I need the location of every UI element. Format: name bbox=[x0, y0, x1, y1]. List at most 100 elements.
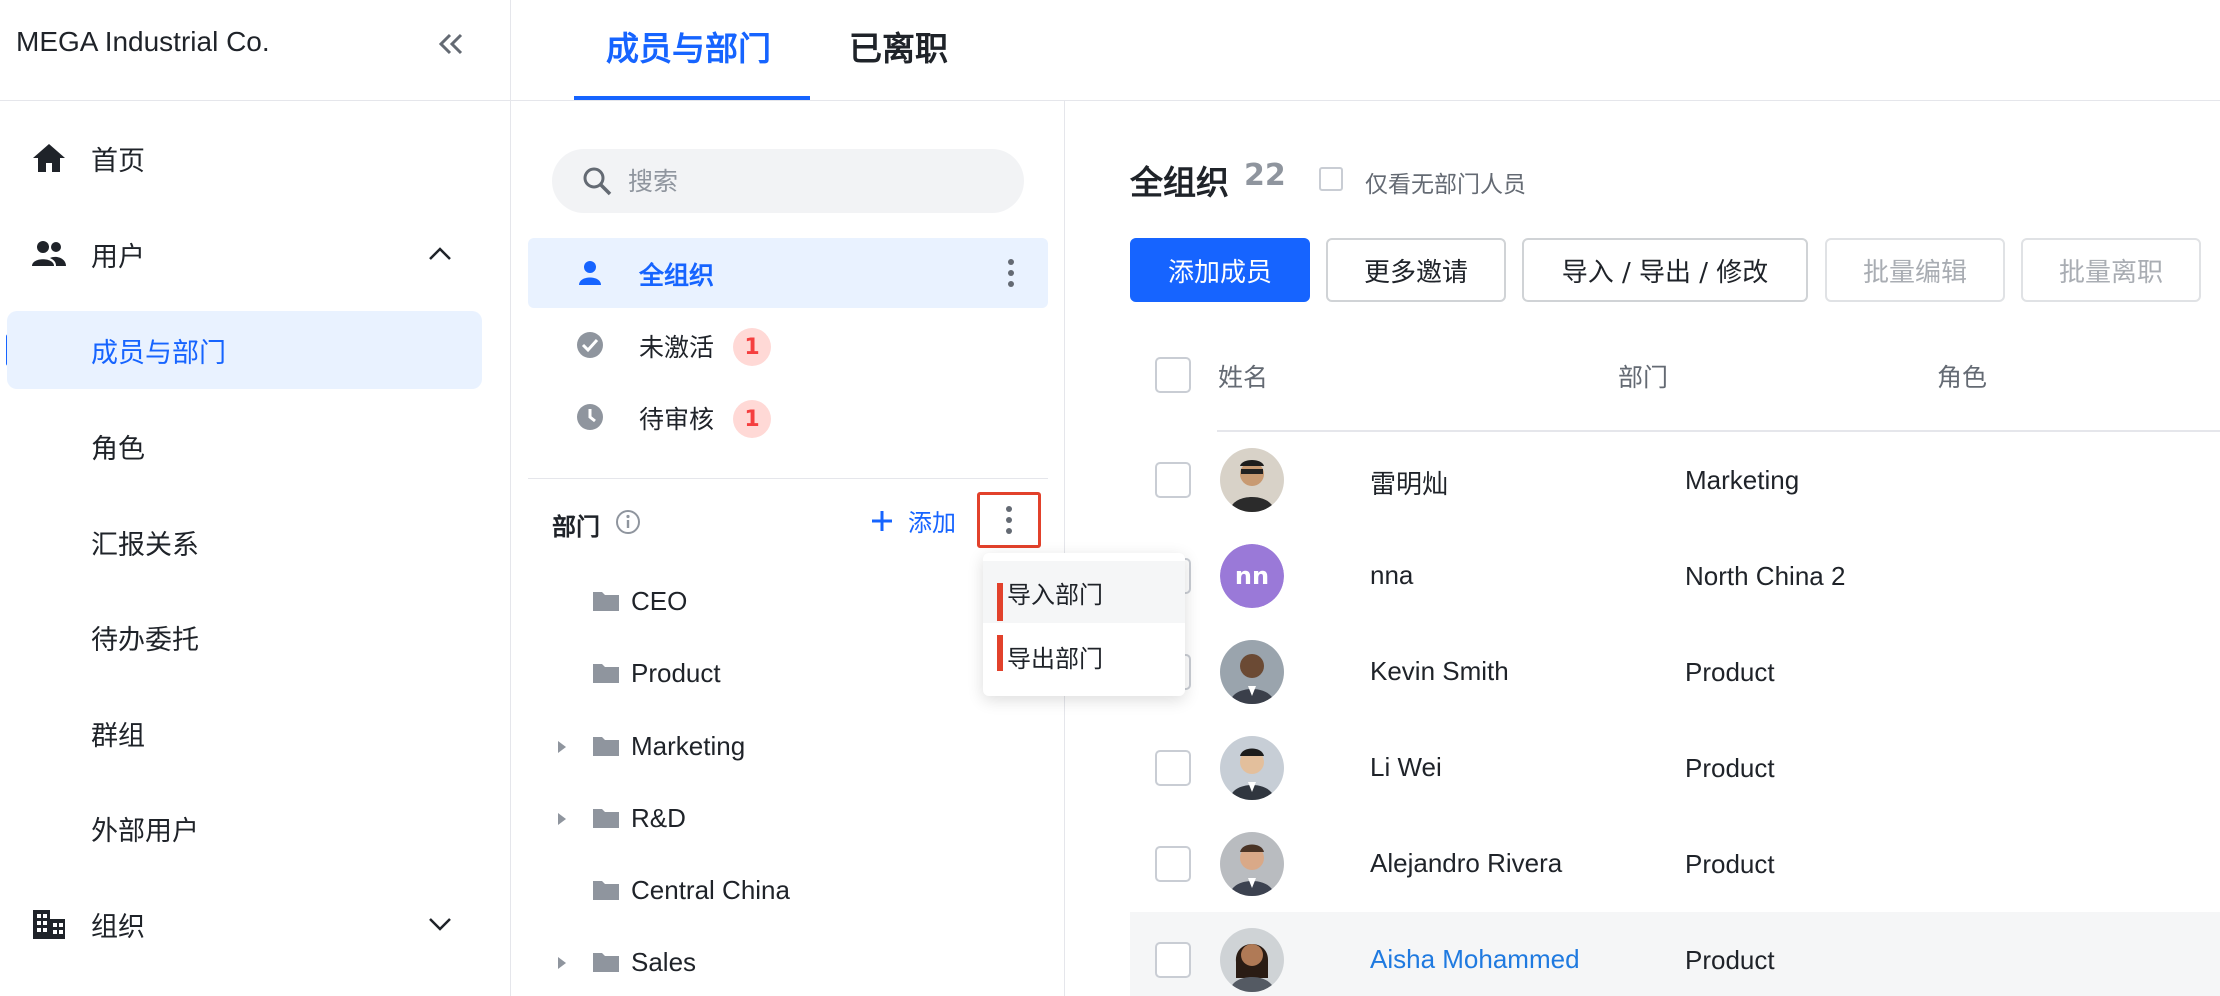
sidebar-item-label: 成员与部门 bbox=[91, 337, 226, 369]
sidebar-item-reporting[interactable]: 汇报关系 bbox=[0, 502, 511, 582]
row-checkbox[interactable] bbox=[1155, 462, 1191, 498]
member-name[interactable]: Kevin Smith bbox=[1370, 656, 1509, 687]
member-name[interactable]: Alejandro Rivera bbox=[1370, 848, 1562, 879]
caret-right-icon[interactable] bbox=[556, 739, 568, 755]
department-section-title: 部门 bbox=[552, 513, 600, 541]
member-department: Product bbox=[1685, 945, 1775, 975]
double-chevron-left-icon bbox=[438, 33, 463, 55]
member-name[interactable]: nna bbox=[1370, 560, 1413, 591]
tab-members-departments[interactable]: 成员与部门 bbox=[606, 22, 771, 70]
department-panel: 全组织 未激活 1 待审核 1 部门 bbox=[511, 101, 1065, 996]
avatar bbox=[1220, 832, 1284, 896]
org-item-inactive[interactable]: 未激活 1 bbox=[528, 310, 1048, 380]
avatar-initials: nn bbox=[1220, 544, 1284, 608]
folder-icon bbox=[593, 592, 619, 611]
sidebar-item-external-users[interactable]: 外部用户 bbox=[0, 788, 511, 868]
table-row[interactable]: Li Wei Product bbox=[1130, 720, 2220, 816]
no-department-checkbox[interactable] bbox=[1319, 167, 1343, 191]
batch-edit-button[interactable]: 批量编辑 bbox=[1825, 238, 2005, 302]
search-box bbox=[552, 149, 1024, 213]
brand-bar: MEGA Industrial Co. bbox=[0, 0, 511, 101]
select-all-checkbox[interactable] bbox=[1155, 357, 1191, 393]
batch-leave-button[interactable]: 批量离职 bbox=[2021, 238, 2201, 302]
sidebar-item-label: 群组 bbox=[91, 720, 145, 752]
department-label: Central China bbox=[631, 875, 790, 905]
sidebar-item-roles[interactable]: 角色 bbox=[0, 406, 511, 486]
member-department: North China 2 bbox=[1685, 561, 1846, 591]
count-badge: 1 bbox=[733, 328, 771, 366]
member-name[interactable]: 雷明灿 bbox=[1370, 464, 1448, 501]
member-list-panel: 全组织 22 仅看无部门人员 添加成员 更多邀请 导入 / 导出 / 修改 批量… bbox=[1065, 101, 2220, 996]
member-department: Marketing bbox=[1685, 465, 1800, 495]
row-checkbox[interactable] bbox=[1155, 846, 1191, 882]
menu-item-label: 导出部门 bbox=[1007, 644, 1103, 673]
department-row[interactable]: Marketing bbox=[528, 714, 1048, 782]
sidebar-item-label: 首页 bbox=[91, 145, 145, 177]
avatar bbox=[1220, 448, 1284, 512]
department-more-button[interactable] bbox=[977, 492, 1041, 548]
table-row[interactable]: Alejandro Rivera Product bbox=[1130, 816, 2220, 912]
users-icon bbox=[32, 241, 66, 266]
home-icon bbox=[33, 144, 65, 172]
department-label: R&D bbox=[631, 803, 686, 833]
clock-icon bbox=[577, 404, 603, 430]
row-checkbox[interactable] bbox=[1155, 750, 1191, 786]
column-header-role[interactable]: 角色 bbox=[1937, 358, 1987, 394]
member-name[interactable]: Li Wei bbox=[1370, 752, 1442, 783]
department-label: Marketing bbox=[631, 731, 746, 761]
avatar bbox=[1220, 928, 1284, 992]
add-member-button[interactable]: 添加成员 bbox=[1130, 238, 1310, 302]
count-badge: 1 bbox=[733, 400, 771, 438]
column-header-department[interactable]: 部门 bbox=[1618, 358, 1668, 394]
avatar bbox=[1220, 640, 1284, 704]
tab-resigned[interactable]: 已离职 bbox=[849, 22, 948, 70]
search-input[interactable] bbox=[628, 149, 1008, 213]
caret-right-icon[interactable] bbox=[556, 811, 568, 827]
sidebar-item-groups[interactable]: 群组 bbox=[0, 693, 511, 773]
info-icon[interactable] bbox=[615, 509, 641, 535]
department-row[interactable]: R&D bbox=[528, 786, 1048, 854]
org-item-label: 待审核 bbox=[639, 405, 715, 434]
sidebar-item-label: 外部用户 bbox=[91, 815, 199, 847]
import-export-button[interactable]: 导入 / 导出 / 修改 bbox=[1522, 238, 1808, 302]
sidebar-item-users[interactable]: 用户 bbox=[0, 214, 511, 294]
member-name-link[interactable]: Aisha Mohammed bbox=[1370, 944, 1580, 975]
menu-item-export-departments[interactable]: 导出部门 bbox=[983, 625, 1185, 687]
member-department: Product bbox=[1685, 849, 1775, 879]
sidebar-item-delegation[interactable]: 待办委托 bbox=[0, 597, 511, 677]
folder-icon bbox=[593, 664, 619, 683]
caret-right-icon[interactable] bbox=[556, 955, 568, 971]
department-row[interactable]: Product bbox=[528, 641, 1048, 709]
column-header-name[interactable]: 姓名 bbox=[1218, 358, 1268, 394]
menu-item-label: 导入部门 bbox=[1007, 580, 1103, 609]
brand-name: MEGA Industrial Co. bbox=[16, 26, 270, 57]
avatar bbox=[1220, 736, 1284, 800]
highlight-marker bbox=[997, 635, 1003, 671]
department-row[interactable]: CEO bbox=[528, 569, 1048, 637]
menu-item-import-departments[interactable]: 导入部门 bbox=[983, 561, 1185, 623]
more-vertical-icon[interactable] bbox=[1002, 257, 1020, 289]
sidebar-item-label: 组织 bbox=[91, 911, 145, 943]
department-dropdown-menu: 导入部门 导出部门 bbox=[983, 553, 1185, 696]
collapse-sidebar-button[interactable] bbox=[433, 26, 469, 62]
department-row[interactable]: Sales bbox=[528, 930, 1048, 996]
page-title: 全组织 bbox=[1130, 163, 1229, 202]
member-department: Product bbox=[1685, 657, 1775, 687]
divider bbox=[528, 478, 1048, 479]
add-department-button[interactable]: 添加 bbox=[870, 503, 956, 538]
sidebar-item-members-departments[interactable]: 成员与部门 bbox=[7, 311, 482, 389]
table-row[interactable]: Aisha Mohammed Product bbox=[1130, 912, 2220, 996]
department-row[interactable]: Central China bbox=[528, 858, 1048, 926]
department-label: CEO bbox=[631, 586, 688, 616]
table-row[interactable]: nn nna North China 2 bbox=[1130, 528, 2220, 624]
building-icon bbox=[33, 910, 65, 939]
row-checkbox[interactable] bbox=[1155, 942, 1191, 978]
table-row[interactable]: 雷明灿 Marketing bbox=[1130, 432, 2220, 528]
sidebar-item-home[interactable]: 首页 bbox=[0, 118, 511, 198]
more-invite-button[interactable]: 更多邀请 bbox=[1326, 238, 1506, 302]
org-item-all[interactable]: 全组织 bbox=[528, 238, 1048, 308]
check-circle-icon bbox=[577, 332, 603, 358]
sidebar-item-organization[interactable]: 组织 bbox=[0, 884, 511, 964]
table-row[interactable]: Kevin Smith Product bbox=[1130, 624, 2220, 720]
org-item-pending[interactable]: 待审核 1 bbox=[528, 382, 1048, 452]
